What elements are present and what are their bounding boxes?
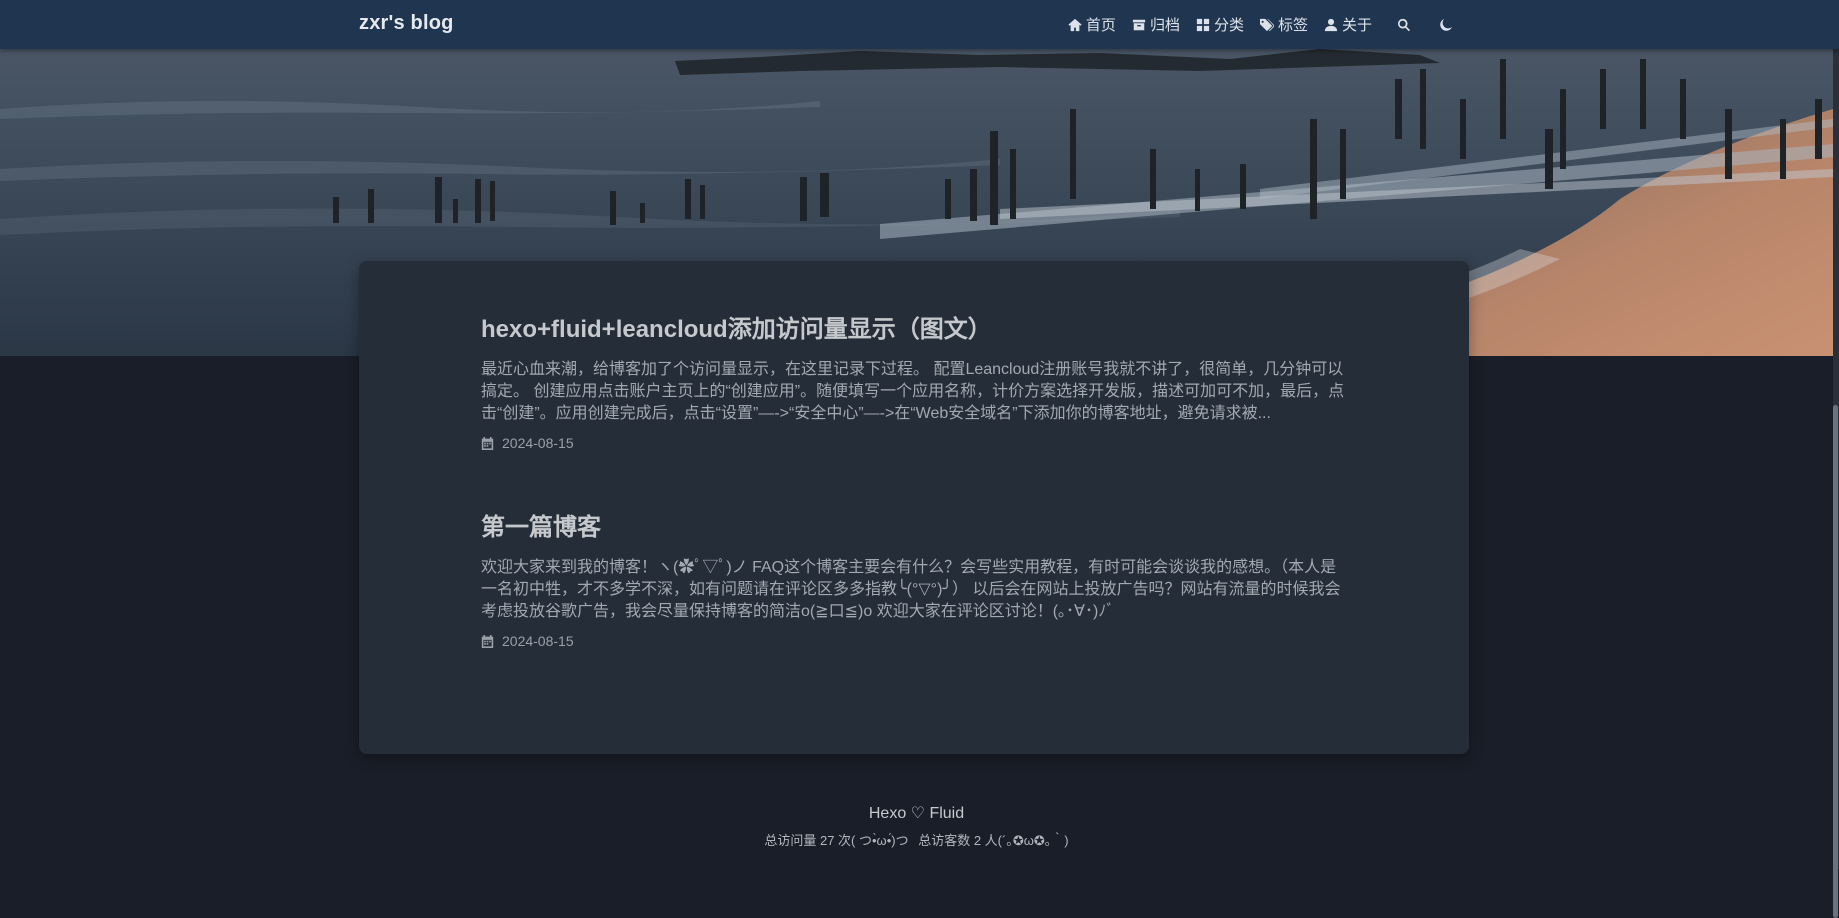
post-excerpt[interactable]: 欢迎大家来到我的博客！ヽ(✿ﾟ▽ﾟ)ノ FAQ这个博客主要会有什么？会写些实用教… (481, 557, 1351, 623)
page-view-count: 总访问量 27 次( つ•̀ω•́)つ (764, 833, 909, 848)
moon-icon (1440, 18, 1453, 31)
scrollbar-thumb[interactable] (1833, 405, 1838, 918)
post-date: 2024-08-15 (502, 633, 574, 649)
nav-item-label: 关于 (1341, 17, 1372, 34)
post-title[interactable]: hexo+fluid+leancloud添加访问量显示（图文） (481, 315, 1351, 345)
tags-icon (1259, 18, 1274, 31)
post-date: 2024-08-15 (502, 435, 574, 451)
nav-item-label: 首页 (1085, 17, 1116, 34)
site-brand[interactable]: zxr's blog (359, 12, 454, 35)
archive-icon (1132, 19, 1146, 30)
page-scrollbar[interactable] (1833, 49, 1839, 918)
home-icon (1068, 18, 1082, 31)
navbar: zxr's blog 首页 归档 分类 标签 关于 (0, 0, 1839, 49)
calendar-icon (481, 436, 494, 450)
post-excerpt[interactable]: 最近心血来潮，给博客加了个访问量显示，在这里记录下过程。 配置Leancloud… (481, 359, 1351, 425)
calendar-icon (481, 634, 494, 648)
category-icon (1196, 18, 1210, 31)
search-button[interactable] (1394, 15, 1414, 35)
nav-item-home[interactable]: 首页 (1068, 14, 1116, 35)
nav-item-about[interactable]: 关于 (1324, 14, 1372, 35)
unique-visitor-count: 总访客数 2 人(´｡✪ω✪｡｀) (918, 833, 1069, 848)
nav-menu: 首页 归档 分类 标签 关于 (1068, 0, 1456, 49)
post-meta: 2024-08-15 (481, 633, 1351, 649)
footer-powered-by: Hexo ♡ Fluid (868, 805, 965, 822)
nav-item-category[interactable]: 分类 (1196, 14, 1244, 35)
theme-toggle-button[interactable] (1436, 15, 1456, 35)
nav-item-tags[interactable]: 标签 (1259, 14, 1308, 35)
nav-item-label: 归档 (1149, 17, 1180, 34)
nav-item-archive[interactable]: 归档 (1132, 14, 1180, 35)
user-icon (1324, 18, 1338, 31)
nav-item-label: 分类 (1213, 17, 1244, 34)
post-item: hexo+fluid+leancloud添加访问量显示（图文） 最近心血来潮，给… (481, 315, 1351, 451)
post-list-card: hexo+fluid+leancloud添加访问量显示（图文） 最近心血来潮，给… (359, 261, 1469, 754)
nav-item-label: 标签 (1277, 17, 1308, 34)
post-item: 第一篇博客 欢迎大家来到我的博客！ヽ(✿ﾟ▽ﾟ)ノ FAQ这个博客主要会有什么？… (481, 513, 1351, 649)
search-icon (1398, 18, 1411, 31)
post-title[interactable]: 第一篇博客 (481, 513, 1351, 543)
post-meta: 2024-08-15 (481, 435, 1351, 451)
footer-stats: 总访问量 27 次( つ•̀ω•́)つ 总访客数 2 人(´｡✪ω✪｡｀) (0, 830, 1833, 849)
